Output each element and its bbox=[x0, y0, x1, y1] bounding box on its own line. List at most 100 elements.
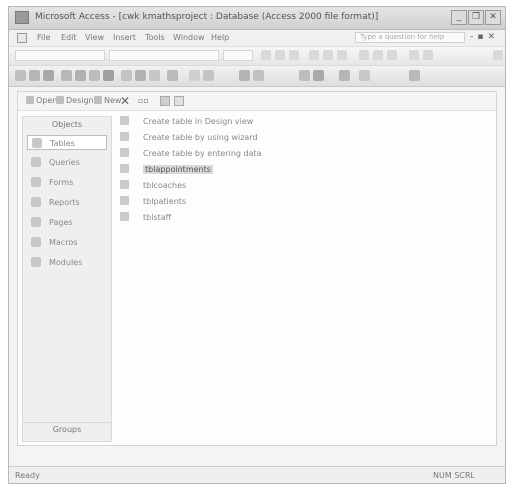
help-icon[interactable] bbox=[359, 70, 370, 81]
wizard-icon bbox=[120, 132, 129, 141]
code-icon[interactable] bbox=[239, 70, 250, 81]
spelling-icon[interactable] bbox=[103, 70, 114, 81]
delete-icon[interactable]: ✕ bbox=[120, 94, 130, 108]
print-icon[interactable] bbox=[75, 70, 86, 81]
status-bar: Ready NUM SCRL bbox=[9, 466, 505, 483]
toolbar-options-icon[interactable] bbox=[493, 50, 503, 60]
database-window-toolbar: Open Design New ✕ ▫▫ bbox=[18, 92, 496, 111]
new-icon bbox=[94, 96, 102, 104]
analyze-icon[interactable] bbox=[203, 70, 214, 81]
fill-color-icon[interactable] bbox=[359, 50, 369, 60]
search-icon[interactable] bbox=[61, 70, 72, 81]
underline-icon[interactable] bbox=[289, 50, 299, 60]
object-item-pages[interactable]: Pages bbox=[27, 215, 107, 230]
minimize-button[interactable]: _ bbox=[451, 10, 467, 25]
new-button[interactable]: New bbox=[94, 96, 121, 105]
table-icon bbox=[120, 196, 129, 205]
properties-icon[interactable] bbox=[299, 70, 310, 81]
special-effect-icon[interactable] bbox=[423, 50, 433, 60]
close-button[interactable]: ✕ bbox=[485, 10, 501, 25]
office-links-icon[interactable] bbox=[189, 70, 200, 81]
list-item[interactable]: Create table in Design view bbox=[120, 116, 253, 128]
open-icon bbox=[26, 96, 34, 104]
menu-insert[interactable]: Insert bbox=[113, 33, 136, 42]
objects-bar: Objects Tables Queries Forms Reports Pag… bbox=[22, 116, 112, 442]
new-object-icon[interactable] bbox=[339, 70, 350, 81]
query-icon bbox=[31, 157, 41, 167]
align-center-icon[interactable] bbox=[323, 50, 333, 60]
window-title: Microsoft Access - [cwk kmathsproject : … bbox=[35, 12, 379, 22]
help-search-input[interactable]: Type a question for help bbox=[355, 32, 465, 43]
list-item[interactable]: tblappointments bbox=[120, 164, 213, 176]
object-item-forms[interactable]: Forms bbox=[27, 175, 107, 190]
font-combo[interactable] bbox=[109, 50, 219, 61]
font-color-icon[interactable] bbox=[373, 50, 383, 60]
details-view-icon[interactable] bbox=[174, 96, 184, 106]
relationships-icon[interactable] bbox=[313, 70, 324, 81]
table-icon bbox=[120, 212, 129, 221]
paste-icon[interactable] bbox=[149, 70, 160, 81]
design-button[interactable]: Design bbox=[56, 96, 94, 105]
list-item[interactable]: tblcoaches bbox=[120, 180, 186, 192]
object-item-modules[interactable]: Modules bbox=[27, 255, 107, 270]
align-left-icon[interactable] bbox=[309, 50, 319, 60]
microsoft-access-help-icon[interactable] bbox=[409, 70, 420, 81]
object-item-tables[interactable]: Tables bbox=[27, 135, 107, 150]
menu-tools[interactable]: Tools bbox=[145, 33, 165, 42]
page-icon bbox=[31, 217, 41, 227]
object-item-macros[interactable]: Macros bbox=[27, 235, 107, 250]
list-item[interactable]: Create table by using wizard bbox=[120, 132, 258, 144]
script-editor-icon[interactable] bbox=[253, 70, 264, 81]
wizard-icon bbox=[120, 148, 129, 157]
menu-file[interactable]: File bbox=[37, 33, 50, 42]
restore-button[interactable]: ❐ bbox=[468, 10, 484, 25]
mdi-window-controls[interactable]: -▪✕ bbox=[470, 32, 499, 42]
save-icon[interactable] bbox=[43, 70, 54, 81]
menu-edit[interactable]: Edit bbox=[61, 33, 77, 42]
border-icon[interactable] bbox=[409, 50, 419, 60]
font-size-combo[interactable] bbox=[223, 50, 253, 61]
formatting-toolbar bbox=[9, 47, 505, 66]
undo-icon[interactable] bbox=[167, 70, 178, 81]
list-view-icon[interactable] bbox=[160, 96, 170, 106]
open-button[interactable]: Open bbox=[26, 96, 57, 105]
copy-icon[interactable] bbox=[135, 70, 146, 81]
objects-header[interactable]: Objects bbox=[23, 120, 111, 129]
table-icon bbox=[120, 180, 129, 189]
list-item[interactable]: Create table by entering data bbox=[120, 148, 262, 160]
form-icon bbox=[31, 177, 41, 187]
groups-header[interactable]: Groups bbox=[23, 422, 111, 437]
title-bar[interactable]: Microsoft Access - [cwk kmathsproject : … bbox=[9, 7, 505, 30]
menu-view[interactable]: View bbox=[85, 33, 104, 42]
table-icon bbox=[120, 164, 129, 173]
new-file-icon[interactable] bbox=[15, 70, 26, 81]
object-item-reports[interactable]: Reports bbox=[27, 195, 107, 210]
list-item[interactable]: tblpatients bbox=[120, 196, 186, 208]
align-right-icon[interactable] bbox=[337, 50, 347, 60]
document-icon[interactable] bbox=[17, 33, 27, 43]
wizard-icon bbox=[120, 116, 129, 125]
database-window: Open Design New ✕ ▫▫ Objects Tables Quer… bbox=[17, 91, 497, 446]
cut-icon[interactable] bbox=[121, 70, 132, 81]
menu-window[interactable]: Window bbox=[173, 33, 205, 42]
italic-icon[interactable] bbox=[275, 50, 285, 60]
menu-help[interactable]: Help bbox=[211, 33, 229, 42]
access-app-icon[interactable] bbox=[15, 11, 29, 24]
status-indicators: NUM SCRL bbox=[433, 471, 475, 480]
table-icon bbox=[32, 138, 42, 148]
object-combo[interactable] bbox=[15, 50, 105, 61]
list-item[interactable]: tblstaff bbox=[120, 212, 171, 224]
report-icon bbox=[31, 197, 41, 207]
design-icon bbox=[56, 96, 64, 104]
bold-icon[interactable] bbox=[261, 50, 271, 60]
large-icons-button[interactable]: ▫▫ bbox=[138, 96, 149, 105]
line-color-icon[interactable] bbox=[387, 50, 397, 60]
print-preview-icon[interactable] bbox=[89, 70, 100, 81]
open-folder-icon[interactable] bbox=[29, 70, 40, 81]
module-icon bbox=[31, 257, 41, 267]
menu-bar: File Edit View Insert Tools Window Help … bbox=[9, 30, 505, 47]
macro-icon bbox=[31, 237, 41, 247]
database-toolbar bbox=[9, 66, 505, 87]
object-item-queries[interactable]: Queries bbox=[27, 155, 107, 170]
access-window: Microsoft Access - [cwk kmathsproject : … bbox=[8, 6, 506, 484]
